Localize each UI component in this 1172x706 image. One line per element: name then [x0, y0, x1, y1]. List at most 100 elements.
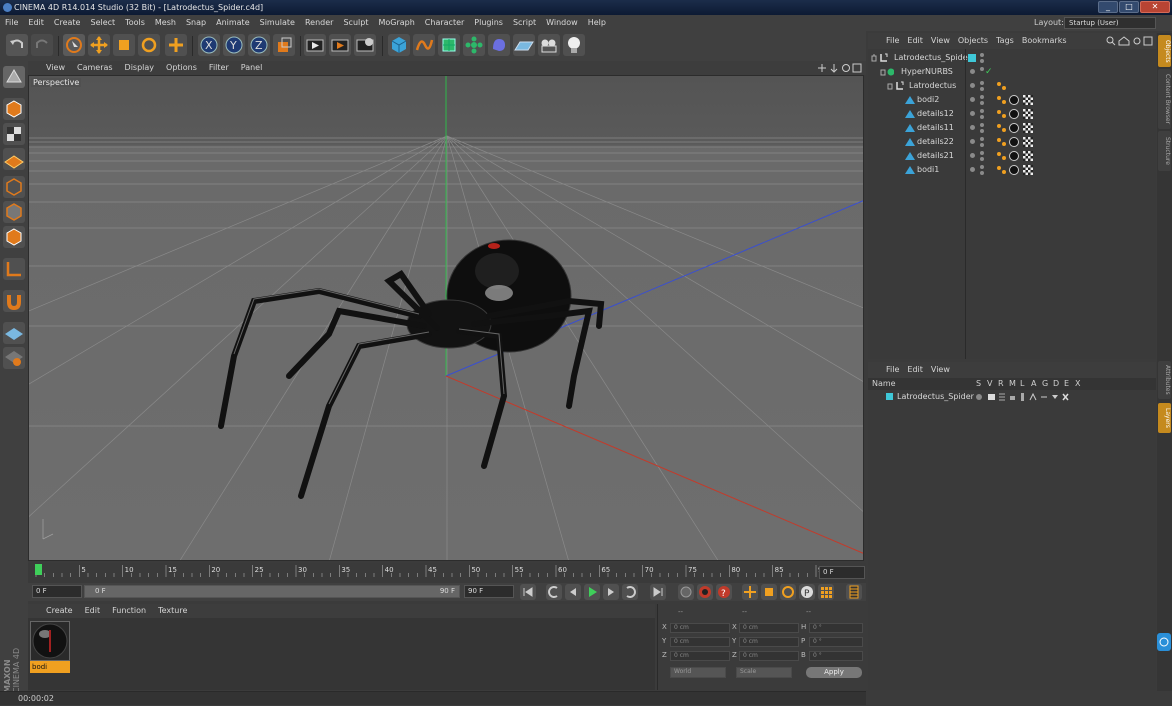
texture-mode-icon[interactable]	[3, 123, 25, 145]
visibility-editor-dot[interactable]	[980, 53, 984, 57]
key-scale-icon[interactable]	[761, 584, 777, 600]
object-menu-objects[interactable]: Objects	[954, 33, 992, 49]
phong-tag-icon[interactable]	[996, 95, 1008, 105]
visibility-render-dot[interactable]	[980, 143, 984, 147]
timeline-ruler[interactable]: 051015202530354045505560657075808590 0 F	[28, 563, 866, 583]
minimize-button[interactable]: _	[1098, 1, 1118, 13]
uvw-tag-icon[interactable]	[1023, 151, 1033, 161]
z-axis-lock-icon[interactable]: Z	[248, 34, 270, 56]
menu-window[interactable]: Window	[541, 15, 583, 31]
size-y-field[interactable]: 0 cm	[739, 637, 799, 647]
material-swatch-bodi[interactable]: bodi	[30, 621, 70, 673]
layer-color-swatch[interactable]	[886, 393, 893, 400]
menu-mesh[interactable]: Mesh	[150, 15, 181, 31]
camera-icon[interactable]	[538, 34, 560, 56]
phong-tag-icon[interactable]	[996, 151, 1008, 161]
material-tag-icon[interactable]	[1009, 151, 1019, 161]
material-menu-edit[interactable]: Edit	[79, 604, 107, 618]
viewport-menu-options[interactable]: Options	[160, 61, 203, 75]
3d-viewport[interactable]: Perspective	[28, 75, 864, 561]
object-row-details22[interactable]: details22	[868, 135, 1156, 149]
move-tool-icon[interactable]	[88, 34, 110, 56]
subdivision-surface-icon[interactable]	[438, 34, 460, 56]
visibility-editor-dot[interactable]	[980, 151, 984, 155]
render-view-icon[interactable]	[304, 34, 326, 56]
make-editable-icon[interactable]	[3, 66, 25, 88]
object-row-details11[interactable]: details11	[868, 121, 1156, 135]
object-menu-tags[interactable]: Tags	[992, 33, 1018, 49]
prev-frame-icon[interactable]	[565, 584, 581, 600]
tab-layers[interactable]: Layers	[1158, 403, 1171, 433]
menu-select[interactable]: Select	[85, 15, 120, 31]
viewport-menu-panel[interactable]: Panel	[235, 61, 269, 75]
visibility-editor-dot[interactable]	[980, 165, 984, 169]
workplane-lock-icon[interactable]	[3, 322, 25, 344]
current-frame-field[interactable]: 0 F	[819, 566, 865, 579]
material-menu-create[interactable]: Create	[40, 604, 79, 618]
material-tag-icon[interactable]	[1009, 95, 1019, 105]
workplane-mode-icon[interactable]	[3, 148, 25, 170]
object-row-bodi2[interactable]: bodi2	[868, 93, 1156, 107]
visibility-render-dot[interactable]	[980, 157, 984, 161]
size-z-field[interactable]: 0 cm	[739, 651, 799, 661]
layer-color-swatch[interactable]	[968, 54, 976, 62]
viewport-menu-filter[interactable]: Filter	[203, 61, 235, 75]
menu-file[interactable]: File	[0, 15, 23, 31]
menu-edit[interactable]: Edit	[23, 15, 49, 31]
visibility-dot[interactable]	[970, 139, 975, 144]
material-tag-icon[interactable]	[1009, 165, 1019, 175]
viewport-navigation-icons[interactable]	[818, 63, 862, 73]
maximize-button[interactable]: □	[1119, 1, 1139, 13]
menu-tools[interactable]: Tools	[120, 15, 150, 31]
visibility-dot[interactable]	[970, 97, 975, 102]
layer-flag-icons[interactable]	[976, 392, 1098, 402]
record-keys-icon[interactable]	[678, 584, 694, 600]
material-tag-icon[interactable]	[1009, 137, 1019, 147]
viewport-menu-display[interactable]: Display	[119, 61, 161, 75]
menu-animate[interactable]: Animate	[211, 15, 255, 31]
start-frame-field[interactable]: 0 F	[32, 585, 82, 598]
visibility-render-dot[interactable]	[980, 171, 984, 175]
uvw-tag-icon[interactable]	[1023, 95, 1033, 105]
tab-structure[interactable]: Structure	[1158, 131, 1171, 171]
viewport-menu-view[interactable]: View	[40, 61, 71, 75]
object-menu-view[interactable]: View	[927, 33, 954, 49]
rotate-tool-icon[interactable]	[138, 34, 160, 56]
light-bulb-icon[interactable]	[563, 34, 585, 56]
timeline-window-icon[interactable]	[846, 584, 862, 600]
visibility-editor-dot[interactable]	[980, 67, 984, 71]
visibility-dot[interactable]	[970, 83, 975, 88]
help-side-icon[interactable]	[1157, 633, 1171, 651]
tab-content-browser[interactable]: Content Browser	[1158, 69, 1171, 129]
live-selection-icon[interactable]	[63, 34, 85, 56]
tab-objects[interactable]: Objects	[1158, 35, 1171, 67]
key-rotation-icon[interactable]	[780, 584, 796, 600]
size-x-field[interactable]: 0 cm	[739, 623, 799, 633]
prev-key-icon[interactable]	[546, 584, 562, 600]
layer-row-latrodectus-spider[interactable]: Latrodectus_Spider	[868, 390, 1156, 404]
cube-primitive-icon[interactable]	[388, 34, 410, 56]
visibility-editor-dot[interactable]	[980, 109, 984, 113]
array-generator-icon[interactable]	[463, 34, 485, 56]
spline-pen-icon[interactable]	[413, 34, 435, 56]
visibility-dot[interactable]	[970, 69, 975, 74]
menu-sculpt[interactable]: Sculpt	[338, 15, 373, 31]
visibility-dot[interactable]	[970, 125, 975, 130]
goto-start-icon[interactable]	[520, 584, 536, 600]
uvw-tag-icon[interactable]	[1023, 137, 1033, 147]
axis-mode-icon[interactable]	[3, 258, 25, 280]
visibility-editor-dot[interactable]	[980, 137, 984, 141]
material-tag-icon[interactable]	[1009, 109, 1019, 119]
menu-help[interactable]: Help	[583, 15, 611, 31]
coord-size-mode-select[interactable]: Scale	[736, 667, 792, 678]
render-settings-icon[interactable]	[354, 34, 376, 56]
uvw-tag-icon[interactable]	[1023, 123, 1033, 133]
y-axis-lock-icon[interactable]: Y	[223, 34, 245, 56]
visibility-dot[interactable]	[970, 111, 975, 116]
menu-character[interactable]: Character	[420, 15, 470, 31]
visibility-editor-dot[interactable]	[980, 81, 984, 85]
layer-menu-file[interactable]: File	[882, 362, 903, 378]
deformer-icon[interactable]	[488, 34, 510, 56]
object-row-details12[interactable]: details12	[868, 107, 1156, 121]
object-row-bodi1[interactable]: bodi1	[868, 163, 1156, 177]
